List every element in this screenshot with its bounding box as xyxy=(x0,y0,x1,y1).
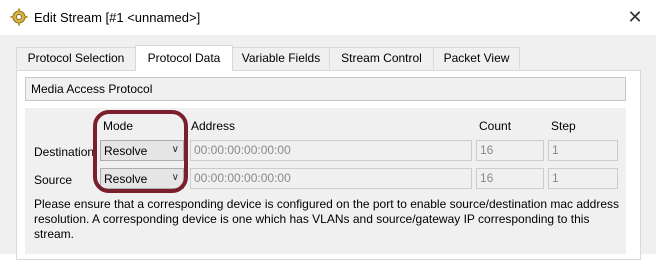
tab-protocol-selection[interactable]: Protocol Selection xyxy=(16,47,136,69)
destination-step-input[interactable]: 1 xyxy=(548,140,618,161)
tab-variable-fields[interactable]: Variable Fields xyxy=(232,47,330,69)
resolution-note: Please ensure that a corresponding devic… xyxy=(34,197,620,241)
column-header-step: Step xyxy=(551,119,576,133)
tab-packet-view[interactable]: Packet View xyxy=(433,47,520,69)
destination-count-input[interactable]: 16 xyxy=(476,140,544,161)
section-title: Media Access Protocol xyxy=(31,82,153,96)
tab-protocol-data[interactable]: Protocol Data xyxy=(135,45,233,71)
column-header-address: Address xyxy=(191,119,236,133)
tab-stream-control[interactable]: Stream Control xyxy=(329,47,434,69)
title-bar: Edit Stream [#1 <unnamed>] ✕ xyxy=(0,0,656,35)
source-label: Source xyxy=(34,173,73,187)
source-step-input[interactable]: 1 xyxy=(548,168,618,189)
highlight-annotation xyxy=(93,110,188,193)
destination-label: Destination xyxy=(34,145,95,159)
source-count-input[interactable]: 16 xyxy=(476,168,544,189)
gear-icon xyxy=(10,8,28,26)
column-header-count: Count xyxy=(479,119,512,133)
source-address-input[interactable]: 00:00:00:00:00:00 xyxy=(190,168,472,189)
window-title: Edit Stream [#1 <unnamed>] xyxy=(34,10,201,25)
destination-address-input[interactable]: 00:00:00:00:00:00 xyxy=(190,140,472,161)
section-header[interactable]: Media Access Protocol xyxy=(25,77,626,101)
close-button[interactable]: ✕ xyxy=(618,2,652,32)
